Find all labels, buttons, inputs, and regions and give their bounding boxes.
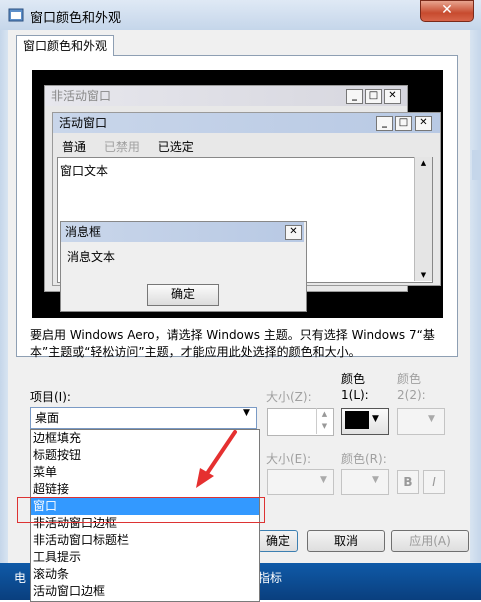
window-frame-right — [470, 30, 481, 600]
preview-scrollbar: ▲ ▼ — [414, 157, 432, 281]
preview-inactive-minimize-icon: _ — [346, 89, 363, 104]
font-size-label: 大小(E): — [266, 452, 311, 466]
background-window-edge — [472, 150, 481, 180]
ok-button[interactable]: 确定 — [258, 530, 298, 552]
apply-button[interactable]: 应用(A) — [391, 530, 469, 552]
preview-msgbox-ok-button: 确定 — [147, 284, 219, 306]
color1-swatch — [345, 411, 369, 429]
color1-label-bottom: 1(L): — [341, 388, 369, 402]
preview-msgbox-text: 消息文本 — [67, 250, 116, 264]
preview-menu-normal: 普通 — [62, 140, 87, 154]
preview-active-maximize-icon: □ — [395, 116, 412, 131]
font-color-chevron-icon[interactable]: ▼ — [372, 475, 379, 485]
list-item[interactable]: 滚动条 — [31, 566, 259, 583]
preview-menu-bar: 普通 已禁用 已选定 — [62, 138, 208, 155]
chevron-down-icon[interactable]: ▼ — [243, 408, 250, 418]
taskbar-right-text: 指标 — [258, 571, 283, 585]
list-item[interactable]: 非活动窗口标题栏 — [31, 532, 259, 549]
color1-label-top: 颜色 — [341, 372, 366, 386]
preview-window-text: 窗口文本 — [60, 164, 109, 178]
preview-menu-disabled: 已禁用 — [103, 140, 140, 154]
color2-chevron-icon[interactable]: ▼ — [428, 414, 435, 424]
item-select[interactable]: 桌面 — [30, 407, 257, 429]
tab-window-color-appearance[interactable]: 窗口颜色和外观 — [16, 35, 114, 56]
preview-active-close-icon: ✕ — [415, 116, 432, 131]
preview-msgbox-close-icon: ✕ — [285, 225, 302, 240]
list-item[interactable]: 活动窗口边框 — [31, 583, 259, 600]
list-item[interactable]: 工具提示 — [31, 549, 259, 566]
italic-button[interactable]: I — [423, 470, 445, 494]
window-close-button[interactable]: ✕ — [420, 0, 474, 22]
preview-msgbox-title: 消息框 — [61, 222, 304, 242]
bold-button[interactable]: B — [397, 470, 419, 494]
preview-menu-selected: 已选定 — [157, 140, 194, 154]
window-frame-left — [0, 30, 8, 600]
taskbar-left-text: 电 — [14, 571, 27, 585]
color2-label-bottom: 2(2): — [397, 388, 426, 402]
cancel-button[interactable]: 取消 — [307, 530, 385, 552]
preview-inactive-close-icon: ✕ — [384, 89, 401, 104]
font-color-label: 颜色(R): — [341, 452, 387, 466]
annotation-arrow-icon — [196, 430, 237, 488]
scroll-down-icon: ▼ — [420, 271, 427, 279]
preview-inactive-maximize-icon: □ — [365, 89, 382, 104]
font-color-button[interactable] — [341, 469, 389, 495]
color1-chevron-icon[interactable]: ▼ — [372, 414, 379, 424]
size-spinner-icon[interactable]: ▲ ▼ — [316, 408, 332, 434]
annotation-highlight-box — [17, 497, 265, 523]
scroll-up-icon: ▲ — [420, 159, 427, 167]
size-label: 大小(Z): — [266, 390, 312, 404]
color2-button[interactable] — [397, 408, 445, 435]
aero-description: 要启用 Windows Aero，请选择 Windows 主题。只有选择 Win… — [30, 328, 435, 359]
item-label: 项目(I): — [30, 390, 71, 404]
window-title: 窗口颜色和外观 — [30, 11, 122, 26]
window-app-icon — [8, 8, 24, 22]
font-size-chevron-icon[interactable]: ▼ — [320, 475, 327, 485]
preview-active-minimize-icon: _ — [376, 116, 393, 131]
color2-label-top: 颜色 — [397, 372, 422, 386]
